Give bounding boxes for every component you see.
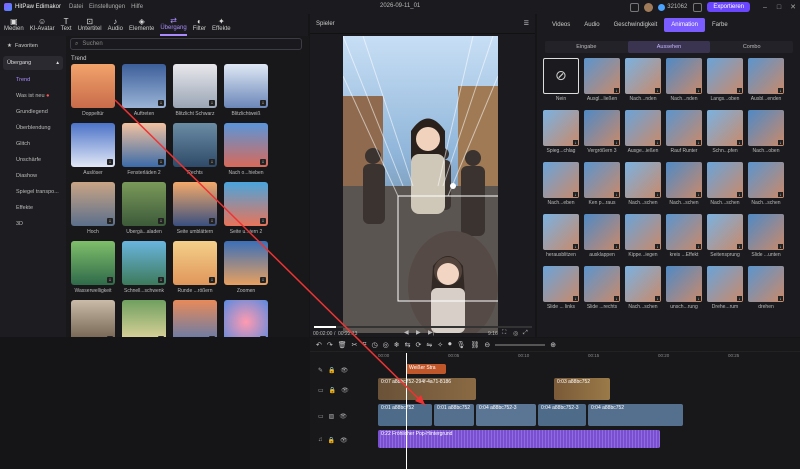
editor-window: HitPaw Edimakor Datei Einstellungen Hilf… — [0, 0, 800, 469]
annotation-arrow — [114, 99, 426, 406]
